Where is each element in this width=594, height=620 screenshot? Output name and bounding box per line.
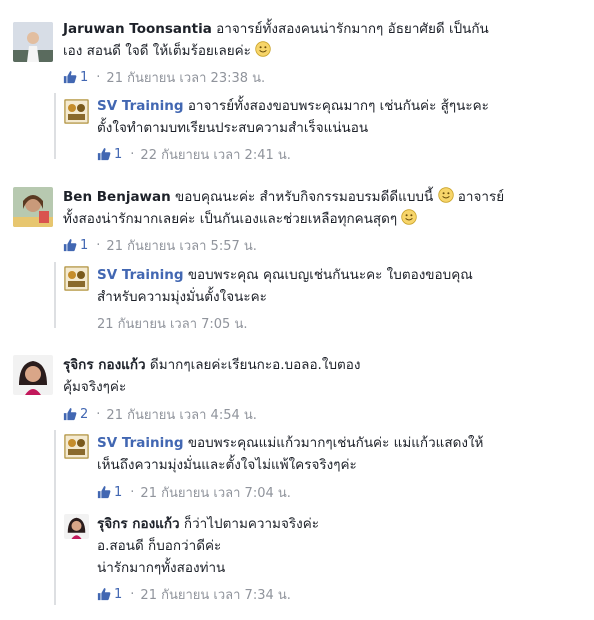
smile-emoji-icon [401, 209, 417, 225]
avatar[interactable] [13, 187, 53, 227]
reply-divider [54, 93, 56, 159]
thumbs-up-icon [97, 485, 111, 499]
thumbs-up-icon [97, 147, 111, 161]
like-count[interactable]: 1 [63, 70, 88, 85]
comment-text: ขอบคุณนะค่ะ สำหรับกิจกรรมอบรมดีดีแบบนี้ [175, 189, 434, 205]
comment-text: อาจารย์ [457, 189, 505, 205]
timestamp[interactable]: 21 กันยายน เวลา 7:34 น. [140, 584, 290, 605]
comment-text: อาจารย์ทั้งสองคนน่ารักมากๆ อัธยาศัยดี เป… [216, 21, 489, 37]
reply-text: ขอบพระคุณแม่แก้วมากๆเช่นกันค่ะ แม่แก้วแส… [187, 435, 484, 451]
reply-text: ขอบพระคุณ คุณเบญเช่นกันนะคะ ใบตองขอบคุณ [187, 267, 473, 283]
reply-meta: 1 · 21 กันยายน เวลา 7:34 น. [97, 585, 291, 603]
reply-meta: 21 กันยายน เวลา 7:05 น. [97, 314, 247, 332]
reply: รุจิกร กองแก้ว ก็ว่าไปตามความจริงค่ะ อ.ส… [97, 513, 587, 579]
comment-meta: 2 · 21 กันยายน เวลา 4:54 น. [63, 405, 257, 423]
reply-author[interactable]: SV Training [97, 267, 184, 283]
reply-text: สำหรับความมุ่งมั่นตั้งใจนะคะ [97, 289, 267, 305]
avatar[interactable] [64, 434, 89, 459]
reply: SV Training ขอบพระคุณ คุณเบญเช่นกันนะคะ … [97, 264, 587, 308]
avatar[interactable] [64, 99, 89, 124]
avatar[interactable] [13, 22, 53, 62]
reply: SV Training ขอบพระคุณแม่แก้วมากๆเช่นกันค… [97, 432, 587, 476]
like-count[interactable]: 1 [97, 147, 122, 162]
reply-text: เห็นถึงความมุ่งมั่นและตั้งใจไม่แพ้ใครจริ… [97, 457, 357, 473]
thumbs-up-icon [63, 70, 77, 84]
reply-divider [54, 262, 56, 328]
comment-meta: 1 · 21 กันยายน เวลา 5:57 น. [63, 236, 257, 254]
timestamp[interactable]: 21 กันยายน เวลา 7:04 น. [140, 482, 290, 503]
like-count[interactable]: 1 [63, 238, 88, 253]
timestamp[interactable]: 21 กันยายน เวลา 7:05 น. [97, 313, 247, 334]
comment-author[interactable]: Jaruwan Toonsantia [63, 21, 212, 37]
comment: Ben Benjawan ขอบคุณนะค่ะ สำหรับกิจกรรมอบ… [63, 186, 583, 230]
reply: SV Training อาจารย์ทั้งสองขอบพระคุณมากๆ … [97, 95, 587, 139]
timestamp[interactable]: 21 กันยายน เวลา 23:38 น. [106, 67, 265, 88]
reply-meta: 1 · 21 กันยายน เวลา 7:04 น. [97, 483, 291, 501]
avatar[interactable] [13, 355, 53, 395]
comment: รุจิกร กองแก้ว ดีมากๆเลยค่ะเรียนกะอ.บอลอ… [63, 354, 583, 398]
like-count[interactable]: 2 [63, 407, 88, 422]
timestamp[interactable]: 21 กันยายน เวลา 4:54 น. [106, 404, 256, 425]
reply-divider [54, 430, 56, 605]
comment-text: ดีมากๆเลยค่ะเรียนกะอ.บอลอ.ใบตอง [149, 357, 361, 373]
thumbs-up-icon [63, 407, 77, 421]
comment-author[interactable]: รุจิกร กองแก้ว [63, 357, 146, 373]
thumbs-up-icon [63, 238, 77, 252]
timestamp[interactable]: 21 กันยายน เวลา 5:57 น. [106, 235, 256, 256]
reply-author[interactable]: SV Training [97, 435, 184, 451]
comment-text: ทั้งสองน่ารักมากเลยค่ะ เป็นกันเองและช่วย… [63, 211, 398, 227]
comment: Jaruwan Toonsantia อาจารย์ทั้งสองคนน่ารั… [63, 18, 583, 62]
reply-text: อ.สอนดี ก็บอกว่าดีค่ะ [97, 538, 222, 554]
reply-text: ตั้งใจทำตามบทเรียนประสบความสำเร็จแน่นอน [97, 120, 369, 136]
comment-author[interactable]: Ben Benjawan [63, 189, 171, 205]
reply-text: อาจารย์ทั้งสองขอบพระคุณมากๆ เช่นกันค่ะ ส… [187, 98, 489, 114]
avatar[interactable] [64, 514, 89, 539]
like-count[interactable]: 1 [97, 587, 122, 602]
thumbs-up-icon [97, 587, 111, 601]
reply-author[interactable]: รุจิกร กองแก้ว [97, 516, 180, 532]
smile-emoji-icon [438, 187, 454, 203]
avatar[interactable] [64, 266, 89, 291]
reply-text: ก็ว่าไปตามความจริงค่ะ [183, 516, 319, 532]
reply-text: น่ารักมากๆทั้งสองท่าน [97, 560, 226, 576]
reply-meta: 1 · 22 กันยายน เวลา 2:41 น. [97, 145, 291, 163]
smile-emoji-icon [255, 41, 271, 57]
comment-text: เอง สอนดี ใจดี ให้เต็มร้อยเลยค่ะ [63, 43, 251, 59]
timestamp[interactable]: 22 กันยายน เวลา 2:41 น. [140, 144, 290, 165]
reply-author[interactable]: SV Training [97, 98, 184, 114]
like-count[interactable]: 1 [97, 485, 122, 500]
comment-meta: 1 · 21 กันยายน เวลา 23:38 น. [63, 68, 265, 86]
comment-text: คุ้มจริงๆค่ะ [63, 379, 127, 395]
